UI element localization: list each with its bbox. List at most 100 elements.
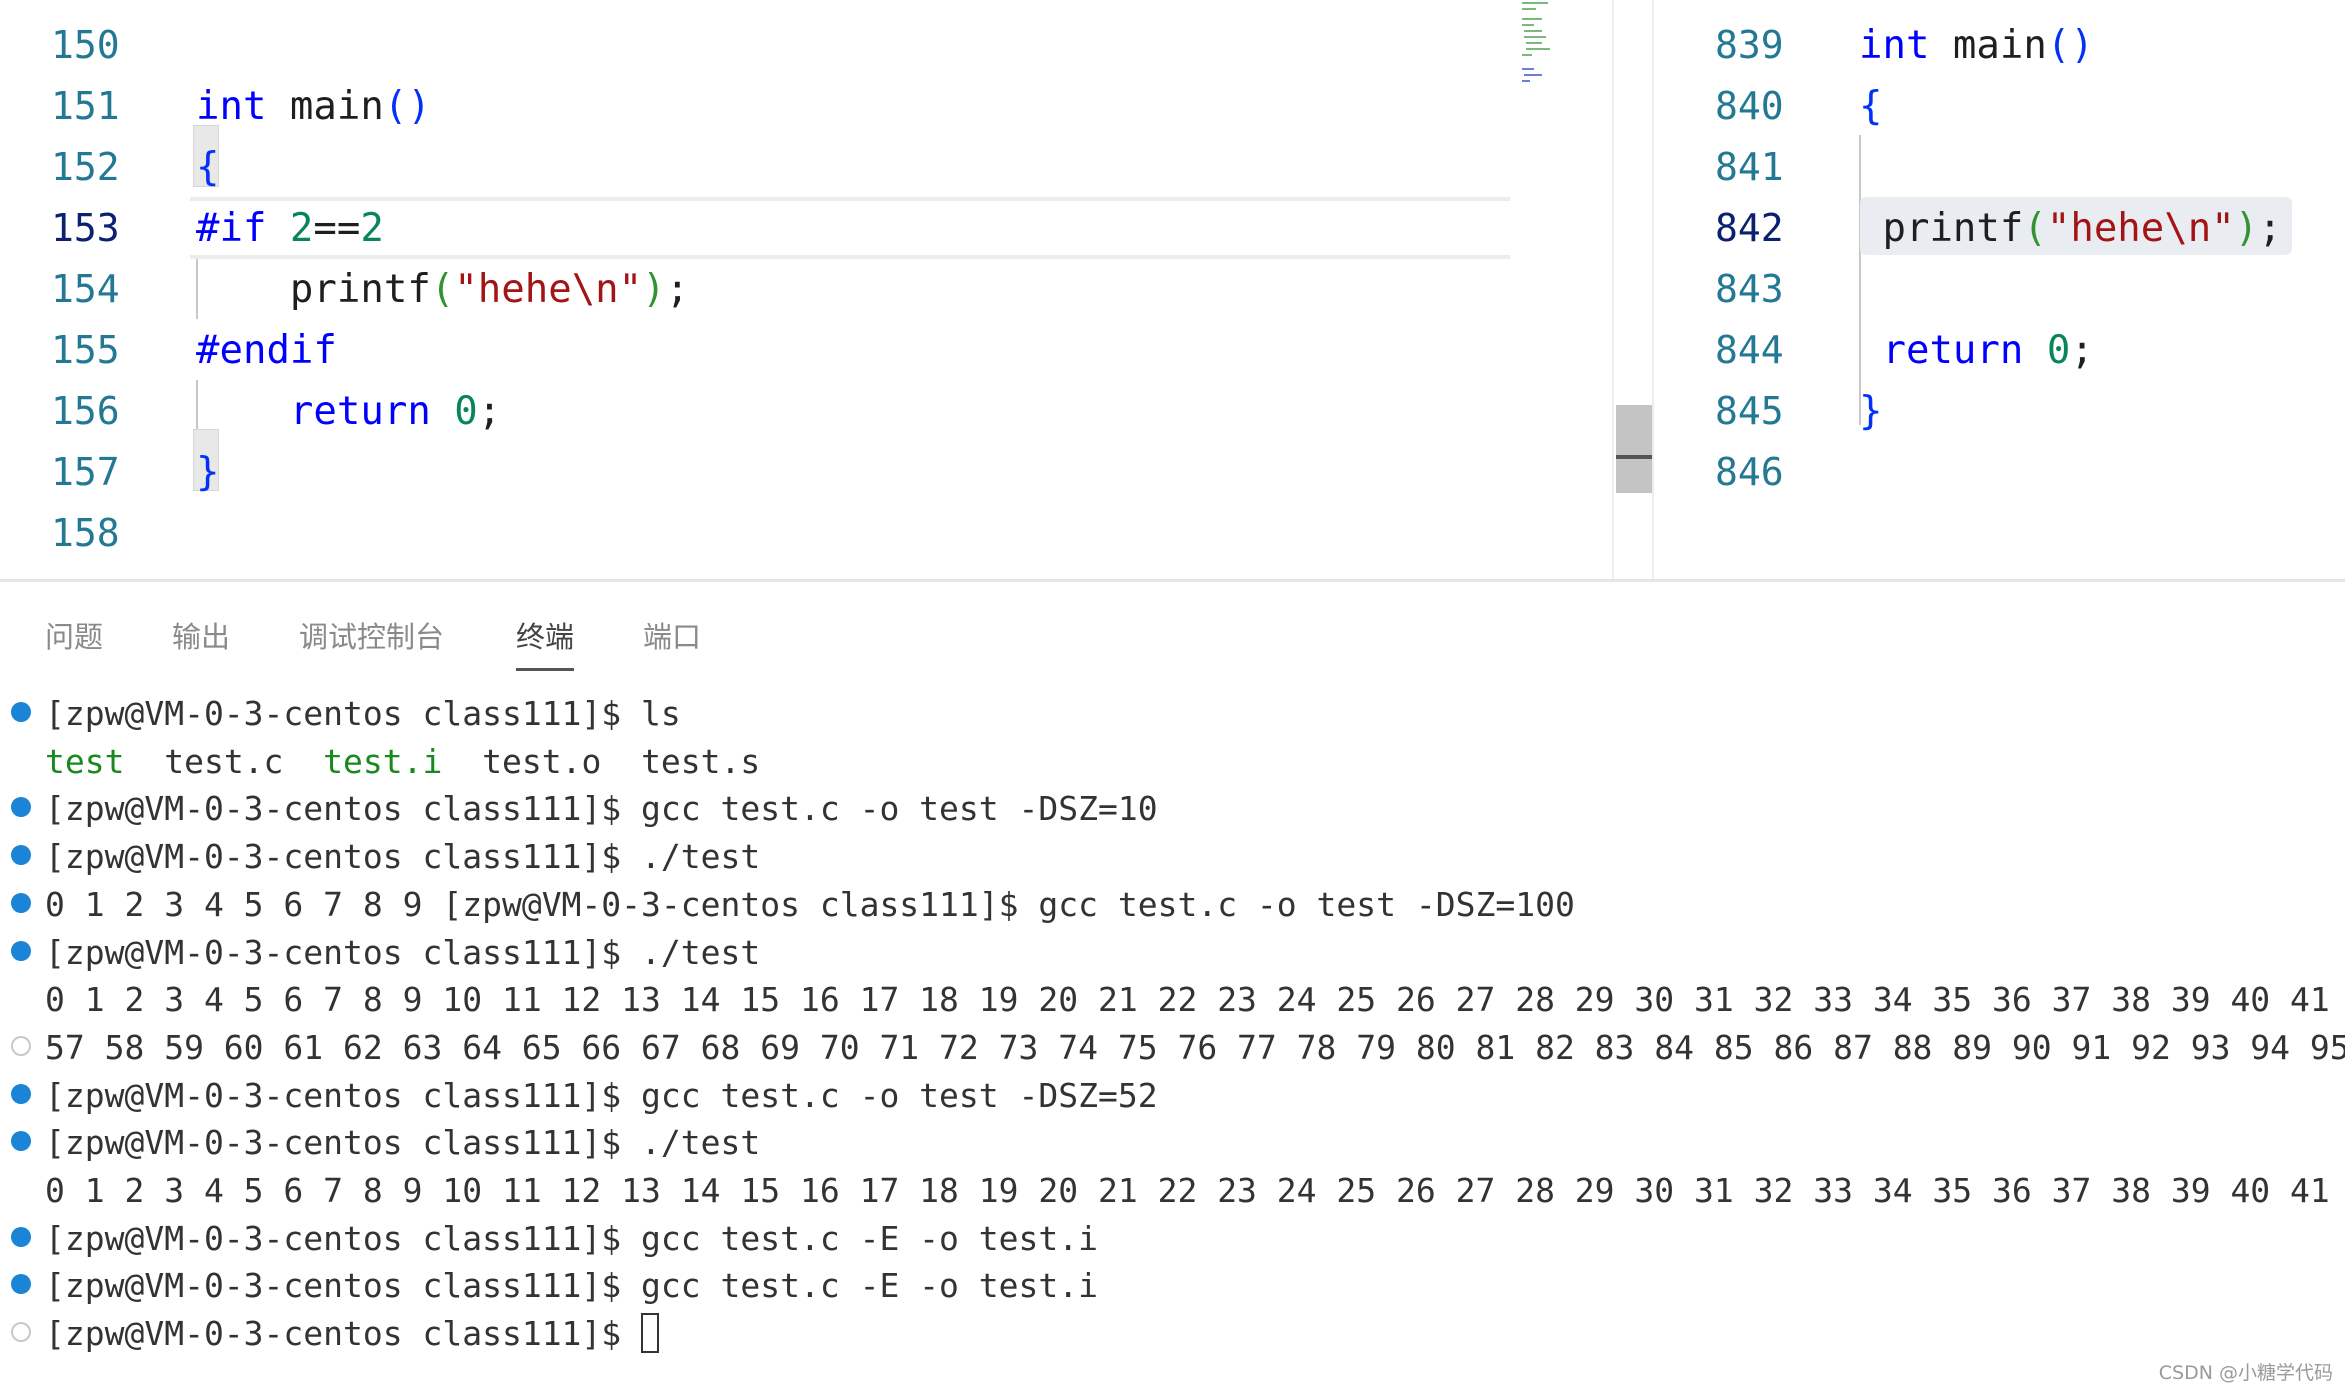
command-status-dot-icon[interactable]	[11, 1322, 31, 1343]
code-token: ()	[383, 84, 431, 129]
command-status-dot-icon[interactable]	[11, 1274, 31, 1295]
terminal-text: 0 1 2 3 4 5 6 7 8 9 10 11 12 13 14 15 16…	[45, 980, 2330, 1020]
code-line: int main()	[196, 76, 431, 137]
tab-problems[interactable]: 问题	[45, 614, 103, 668]
code-token: ==	[313, 206, 361, 251]
terminal-line: 57 58 59 60 61 62 63 64 65 66 67 68 69 7…	[45, 1024, 2345, 1072]
tab-debug-console[interactable]: 调试控制台	[299, 614, 444, 668]
vertical-scrollbar[interactable]	[1612, 0, 1652, 579]
code-token: int	[1859, 23, 1930, 68]
line-number: 839	[1715, 23, 1784, 67]
line-number: 150	[51, 23, 120, 67]
code-token: )	[642, 267, 666, 312]
terminal-line: [zpw@VM-0-3-centos class111]$ ./test	[45, 929, 760, 977]
terminal-text: [zpw@VM-0-3-centos class111]$ gcc test.c…	[45, 1075, 1158, 1115]
code-token: ;	[2070, 328, 2094, 373]
code-token: {	[1859, 84, 1883, 129]
ls-entry: test.i	[323, 741, 443, 781]
line-number: 841	[1715, 145, 1784, 189]
terminal-line: 0 1 2 3 4 5 6 7 8 9 10 11 12 13 14 15 16…	[45, 1167, 2330, 1215]
code-token: ()	[2046, 23, 2094, 68]
code-token: 0	[2046, 328, 2071, 373]
code-token: "hehe\n"	[454, 267, 643, 312]
code-line: }	[1859, 381, 1882, 442]
line-number: 151	[51, 84, 120, 128]
terminal-line: [zpw@VM-0-3-centos class111]$ ./test	[45, 833, 760, 881]
minimap[interactable]	[1518, 0, 1578, 90]
command-status-dot-icon[interactable]	[11, 845, 31, 866]
terminal-text: [zpw@VM-0-3-centos class111]$ ./test	[45, 932, 761, 972]
terminal-text: [zpw@VM-0-3-centos class111]$	[45, 1314, 642, 1354]
command-status-dot-icon[interactable]	[11, 1083, 31, 1104]
code-token: main	[266, 84, 384, 129]
code-line: int main()	[1859, 15, 2094, 76]
terminal-text: 57 58 59 60 61 62 63 64 65 66 67 68 69 7…	[45, 1027, 2345, 1067]
code-token: 2	[289, 206, 314, 251]
command-status-dot-icon[interactable]	[11, 892, 31, 913]
line-number: 842	[1715, 206, 1784, 250]
ls-entry: test.o test.s	[442, 741, 761, 781]
code-token: 2	[360, 206, 384, 251]
code-line: return 0;	[1859, 320, 2094, 381]
terminal-text: [zpw@VM-0-3-centos class111]$ gcc test.c…	[45, 1218, 1098, 1258]
line-number: 158	[51, 511, 120, 555]
code-token: (	[2023, 206, 2047, 251]
terminal-text: [zpw@VM-0-3-centos class111]$ gcc test.c…	[45, 1266, 1098, 1306]
line-number: 152	[51, 145, 120, 189]
terminal-line: 0 1 2 3 4 5 6 7 8 9 10 11 12 13 14 15 16…	[45, 976, 2330, 1024]
terminal[interactable]: [zpw@VM-0-3-centos class111]$ ls test tes…	[0, 690, 2345, 1370]
tab-output[interactable]: 输出	[172, 614, 230, 668]
terminal-line: test test.c test.i test.o test.s	[45, 738, 760, 786]
terminal-line: [zpw@VM-0-3-centos class111]$ gcc test.c…	[45, 785, 1158, 833]
code-token: return	[1859, 328, 2047, 373]
terminal-line: [zpw@VM-0-3-centos class111]$ gcc test.c…	[45, 1215, 1098, 1263]
line-number: 846	[1715, 450, 1784, 494]
terminal-text: 0 1 2 3 4 5 6 7 8 9 10 11 12 13 14 15 16…	[45, 1171, 2330, 1210]
ls-entry: test	[45, 741, 125, 781]
command-status-dot-icon[interactable]	[11, 1131, 31, 1152]
editor-area: 150 151 int main() 152{153 #if 2==2 154 print…	[0, 0, 2345, 582]
line-number: 154	[51, 267, 120, 311]
ls-entry: test.c	[124, 741, 324, 781]
terminal-text: [zpw@VM-0-3-centos class111]$ ls	[45, 694, 681, 733]
code-token: main	[1929, 23, 2047, 68]
code-line: printf("hehe\n");	[1859, 198, 2281, 259]
code-line: #endif	[196, 320, 337, 381]
tab-ports[interactable]: 端口	[643, 614, 701, 668]
line-number: 840	[1715, 84, 1784, 128]
terminal-cursor	[641, 1313, 660, 1354]
code-token: printf	[1859, 206, 2024, 251]
line-number: 155	[51, 328, 120, 372]
code-token: printf	[196, 267, 431, 312]
command-status-dot-icon[interactable]	[11, 797, 31, 818]
watermark: CSDN @小糖学代码	[2158, 1362, 2333, 1384]
tab-terminal[interactable]: 终端	[516, 614, 575, 671]
line-number: 845	[1715, 389, 1784, 433]
code-token: "hehe\n"	[2046, 206, 2235, 251]
code-line: return 0;	[196, 381, 501, 442]
scrollbar-thumb[interactable]	[1616, 405, 1652, 493]
right-editor-pane[interactable]: 839 int main() 840 {841 842 printf("hehe\n")…	[1652, 0, 2345, 579]
code-token: (	[430, 267, 455, 312]
terminal-text: [zpw@VM-0-3-centos class111]$ gcc test.c…	[45, 789, 1158, 829]
code-token: }	[1859, 389, 1883, 434]
command-status-dot-icon[interactable]	[11, 940, 31, 961]
command-status-dot-icon[interactable]	[11, 1035, 31, 1056]
terminal-line: [zpw@VM-0-3-centos class111]$ ls	[45, 690, 681, 738]
left-editor-pane[interactable]: 150 151 int main() 152{153 #if 2==2 154 print…	[0, 0, 1612, 579]
command-status-dot-icon[interactable]	[11, 1226, 31, 1247]
terminal-line: [zpw@VM-0-3-centos class111]$ ./test	[45, 1119, 760, 1167]
code-token: #if	[196, 206, 290, 251]
terminal-line: 0 1 2 3 4 5 6 7 8 9 [zpw@VM-0-3-centos c…	[45, 881, 1575, 929]
code-token: int	[196, 84, 267, 129]
code-token: }	[196, 450, 220, 495]
line-number: 843	[1715, 267, 1784, 311]
terminal-line: [zpw@VM-0-3-centos class111]$	[45, 1310, 660, 1358]
code-token: {	[196, 145, 220, 190]
command-status-dot-icon[interactable]	[11, 702, 31, 722]
code-token: 0	[454, 389, 478, 434]
terminal-line: [zpw@VM-0-3-centos class111]$ gcc test.c…	[45, 1072, 1158, 1120]
line-number: 157	[51, 450, 120, 494]
terminal-text: [zpw@VM-0-3-centos class111]$ ./test	[45, 837, 761, 877]
current-line-highlight	[190, 197, 1510, 259]
